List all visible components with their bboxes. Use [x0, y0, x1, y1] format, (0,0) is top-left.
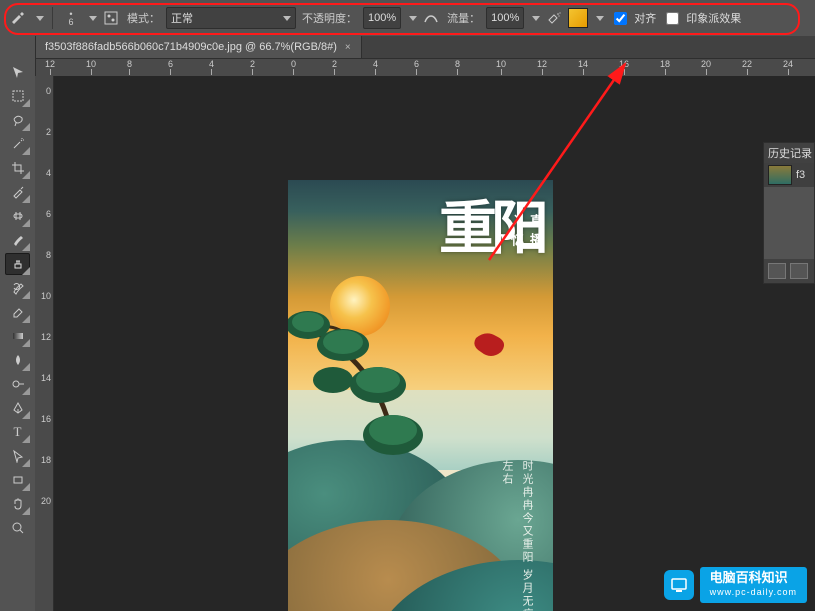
blend-mode-select[interactable]: 正常 — [166, 7, 296, 29]
pen-tool-icon[interactable] — [5, 397, 30, 419]
mode-label: 模式： — [127, 10, 160, 26]
aligned-checkbox[interactable] — [614, 12, 627, 25]
lasso-tool-icon[interactable] — [5, 109, 30, 131]
new-snapshot-icon[interactable] — [768, 263, 786, 279]
rectangle-tool-icon[interactable] — [5, 469, 30, 491]
tool-panel: T — [0, 36, 36, 611]
opacity-dropdown[interactable] — [409, 16, 417, 21]
history-panel[interactable]: 历史记录 f3 — [763, 142, 815, 284]
flow-input[interactable]: 100% — [486, 7, 524, 29]
document-tab-bar: f3503f886fadb566b060c71b4909c0e.jpg @ 66… — [35, 36, 815, 58]
path-select-tool-icon[interactable] — [5, 445, 30, 467]
impressionist-checkbox[interactable] — [666, 12, 679, 25]
artwork-pine-branch — [288, 290, 443, 470]
brush-preset-dropdown[interactable] — [89, 16, 97, 21]
healing-brush-tool-icon[interactable] — [5, 205, 30, 227]
move-tool-icon[interactable] — [5, 61, 30, 83]
artwork-poem: 时光冉冉今又重阳 岁月无痕常伴左右 — [497, 460, 537, 611]
opacity-input[interactable]: 100% — [363, 7, 401, 29]
watermark-text: 电脑百科知识 www.pc-daily.com — [700, 567, 807, 603]
magic-wand-tool-icon[interactable] — [5, 133, 30, 155]
type-tool-icon[interactable]: T — [5, 421, 30, 443]
brush-panel-icon[interactable] — [101, 8, 121, 28]
ruler-horizontal[interactable]: 12108642024681012141618202224 — [35, 58, 815, 78]
document-canvas[interactable]: 直播入忆 重阳 时光冉冉今又重阳 岁月无痕常伴左右 — [288, 180, 553, 611]
clone-stamp-tool-icon[interactable] — [8, 8, 28, 28]
opacity-label: 不透明度： — [302, 10, 357, 26]
history-panel-buttons — [764, 259, 814, 283]
artwork-title: 直播入忆 重阳 — [439, 200, 543, 258]
artwork-seal — [471, 330, 511, 358]
impressionist-label: 印象派效果 — [686, 10, 741, 26]
options-bar: •6 模式： 正常 不透明度： 100% 流量： 100% 对齐 印象派效果 — [0, 0, 815, 36]
sample-swatch[interactable] — [568, 8, 588, 28]
zoom-tool-icon[interactable] — [5, 517, 30, 539]
ruler-vertical[interactable]: 02468101214161820 — [35, 76, 54, 611]
eraser-tool-icon[interactable] — [5, 301, 30, 323]
crop-tool-icon[interactable] — [5, 157, 30, 179]
document-tab-title: f3503f886fadb566b060c71b4909c0e.jpg @ 66… — [45, 41, 337, 53]
watermark-logo-icon — [664, 570, 694, 600]
flow-label: 流量： — [447, 10, 480, 26]
watermark: 电脑百科知识 www.pc-daily.com — [664, 567, 807, 603]
pressure-opacity-icon[interactable] — [421, 8, 441, 28]
history-panel-title[interactable]: 历史记录 — [764, 143, 814, 163]
history-brush-tool-icon[interactable] — [5, 277, 30, 299]
close-tab-icon[interactable]: × — [345, 42, 351, 53]
aligned-label: 对齐 — [634, 10, 656, 26]
tool-preset-dropdown[interactable] — [36, 16, 44, 21]
document-tab[interactable]: f3503f886fadb566b060c71b4909c0e.jpg @ 66… — [35, 36, 362, 58]
gradient-tool-icon[interactable] — [5, 325, 30, 347]
hand-tool-icon[interactable] — [5, 493, 30, 515]
history-thumbnail-icon — [768, 165, 792, 185]
history-state-row[interactable]: f3 — [764, 163, 814, 187]
dodge-tool-icon[interactable] — [5, 373, 30, 395]
brush-preview-icon[interactable]: •6 — [61, 8, 81, 28]
sample-dropdown[interactable] — [596, 16, 604, 21]
clone-stamp-tool-icon[interactable] — [5, 253, 30, 275]
canvas-area[interactable]: 02468101214161820 — [35, 76, 815, 611]
blur-tool-icon[interactable] — [5, 349, 30, 371]
flow-dropdown[interactable] — [532, 16, 540, 21]
history-item-label: f3 — [796, 169, 805, 181]
airbrush-icon[interactable] — [544, 8, 564, 28]
eyedropper-tool-icon[interactable] — [5, 181, 30, 203]
marquee-tool-icon[interactable] — [5, 85, 30, 107]
delete-state-icon[interactable] — [790, 263, 808, 279]
brush-tool-icon[interactable] — [5, 229, 30, 251]
